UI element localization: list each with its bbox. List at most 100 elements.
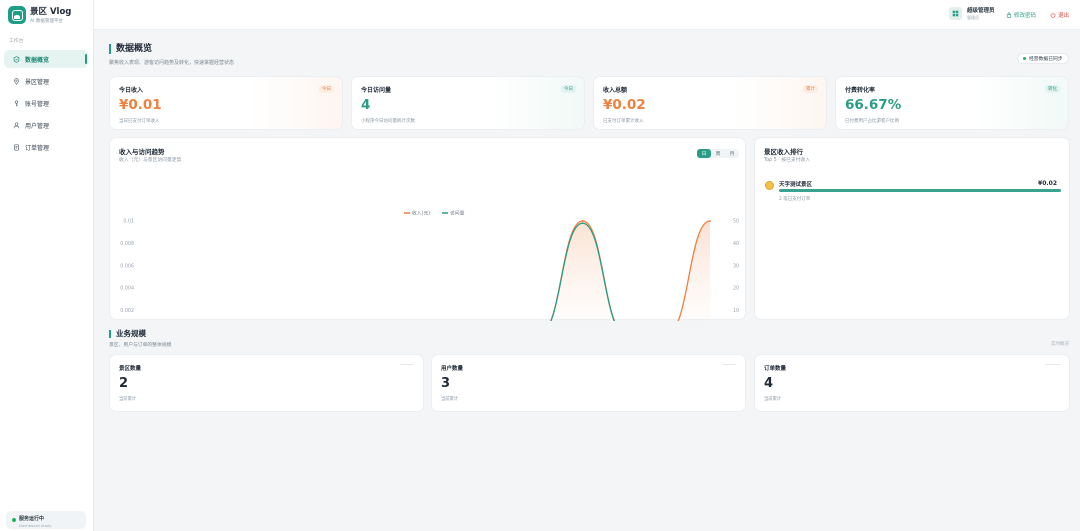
- ranking-subtitle: Top 5 · 按已支付收入: [764, 158, 811, 163]
- sidebar-item-scenic[interactable]: 景区管理: [4, 72, 88, 90]
- business-card-orders: 订单数量 4 当前累计: [754, 354, 1070, 412]
- ranking-item-name: 天字测试景区: [779, 182, 813, 188]
- revenue-series-line: [549, 220, 711, 321]
- order-icon: [14, 144, 19, 150]
- sidebar-item-label: 订单管理: [25, 144, 50, 152]
- logout-link[interactable]: 退出: [1050, 11, 1069, 19]
- business-card-value: 3: [441, 376, 451, 391]
- stat-title: 今日收入: [119, 87, 144, 94]
- business-card-scenic: 景区数量 2 当前累计: [109, 354, 424, 412]
- sidebar-item-label: 数据概览: [25, 56, 50, 64]
- legend-label: 访问量: [450, 210, 465, 217]
- stat-title: 付费转化率: [845, 87, 876, 94]
- divider: [1046, 364, 1060, 365]
- admin-profile[interactable]: 超级管理员 管理员: [949, 6, 995, 21]
- business-card-label: 订单数量: [764, 366, 787, 372]
- sidebar-item-label: 账号管理: [25, 100, 50, 108]
- admin-name: 超级管理员: [967, 8, 995, 14]
- stat-tag: 累计: [803, 85, 818, 93]
- brand-subtitle: AI 数据管理平台: [30, 18, 63, 24]
- stat-card-today-visits: 今日访问量 今日 4 小程序今日访问量统计次数: [351, 76, 585, 130]
- stat-value: 4: [361, 97, 371, 113]
- service-status: 服务运行中 Dashboard ready: [6, 511, 86, 529]
- sidebar-item-users[interactable]: 用户管理: [4, 116, 88, 134]
- stat-card-today-revenue: 今日收入 今日 ¥0.01 当日已支付订单收入: [109, 76, 343, 130]
- divider: [722, 364, 736, 365]
- sync-dot-icon: [1023, 57, 1026, 60]
- status-dot-icon: [12, 518, 16, 522]
- stat-tag: 转化: [1045, 85, 1060, 93]
- business-card-value: 4: [764, 376, 774, 391]
- business-card-label: 景区数量: [119, 366, 142, 372]
- stat-title: 收入总额: [603, 87, 628, 94]
- stat-title: 今日访问量: [361, 87, 392, 94]
- sidebar-nav: 数据概览 景区管理 账号管理 用户管理 订单管理: [4, 50, 88, 160]
- main-content: 数据概览 聚焦收入表现、游客访问趋势及转化，快速掌握经营状态 经营数据已同步 今…: [94, 30, 1080, 531]
- revenue-point: [581, 220, 584, 222]
- revenue-ranking-card: 景区收入排行 Top 5 · 按已支付收入 天字测试景区 ¥0.02 2 笔已支…: [754, 137, 1070, 320]
- sidebar-item-label: 用户管理: [25, 122, 50, 130]
- sync-status-label: 经营数据已同步: [1029, 57, 1063, 62]
- visits-series-line: [550, 222, 616, 321]
- stat-description: 已支付订单累计收入: [603, 119, 644, 124]
- business-title: 业务规模: [109, 330, 146, 338]
- logout-label: 退出: [1058, 13, 1070, 19]
- stat-value: 66.67%: [845, 97, 902, 113]
- admin-role: 管理员: [967, 15, 979, 20]
- sidebar-item-orders[interactable]: 订单管理: [4, 138, 88, 156]
- stat-value: ¥0.02: [603, 97, 646, 113]
- ranking-item-value: ¥0.02: [1038, 180, 1057, 187]
- revenue-point: [709, 220, 711, 222]
- trend-chart: 00.0020.0040.0060.0080.010102030405007-1…: [120, 210, 739, 321]
- brand[interactable]: 景区 Vlog AI 数据管理平台: [8, 6, 71, 24]
- business-update-note: 实时概况: [1051, 342, 1069, 347]
- sidebar: 景区 Vlog AI 数据管理平台 工作台 数据概览 景区管理 账号管理 用户管…: [0, 0, 94, 531]
- ranking-title: 景区收入排行: [764, 148, 803, 156]
- business-subtitle: 景区、用户与订单的整体规模: [109, 343, 172, 348]
- gold-medal-icon: [765, 181, 774, 190]
- stat-value: ¥0.01: [119, 97, 162, 113]
- y-right-tick-label: 50: [733, 219, 739, 225]
- business-card-desc: 当前累计: [764, 397, 782, 402]
- map-pin-icon: [14, 77, 19, 85]
- app-logo: [8, 6, 26, 24]
- change-password-label: 修改密码: [1014, 13, 1037, 19]
- legend-label: 收入(元): [412, 210, 430, 217]
- trend-chart-card: 收入与访问趋势 收入（元）与景区访问量走势 日 周 月 00.0020.0040…: [109, 137, 746, 321]
- stat-description: 小程序今日访问量统计次数: [361, 119, 415, 124]
- y-left-tick-label: 0.006: [120, 263, 134, 269]
- stat-description: 当日已支付订单收入: [119, 119, 160, 124]
- stat-card-conversion: 付费转化率 转化 66.67% 已付费用户占比游客户比例: [835, 76, 1069, 130]
- y-left-tick-label: 0.004: [120, 286, 134, 292]
- change-password-link[interactable]: 修改密码: [1006, 11, 1036, 19]
- business-card-value: 2: [119, 376, 129, 391]
- lock-icon: [1006, 12, 1012, 18]
- status-subtitle: Dashboard ready: [19, 523, 52, 528]
- divider: [400, 364, 414, 365]
- stat-card-total-revenue: 收入总额 累计 ¥0.02 已支付订单累计收入: [593, 76, 827, 130]
- shield-icon: [13, 55, 20, 63]
- sidebar-item-label: 景区管理: [25, 78, 50, 86]
- top-bar: 超级管理员 管理员 修改密码 退出: [94, 0, 1080, 30]
- stat-description: 已付费用户占比游客户比例: [845, 119, 899, 124]
- business-card-desc: 当前累计: [441, 397, 459, 402]
- stat-tag: 今日: [319, 85, 334, 93]
- user-key-icon: [14, 100, 19, 106]
- power-icon: [1050, 12, 1056, 18]
- sidebar-section-label: 工作台: [9, 39, 24, 44]
- y-left-tick-label: 0.002: [120, 308, 134, 314]
- business-card-users: 用户数量 3 当前累计: [431, 354, 746, 412]
- page-title: 数据概览: [109, 44, 152, 54]
- sidebar-item-accounts[interactable]: 账号管理: [4, 94, 88, 112]
- ranking-item-count: 2 笔已支付订单: [779, 197, 811, 202]
- ranking-progress-fill: [779, 189, 1061, 192]
- y-right-tick-label: 40: [733, 241, 739, 247]
- brand-title: 景区 Vlog: [30, 6, 72, 17]
- y-right-tick-label: 20: [733, 286, 739, 292]
- sync-status-badge: 经营数据已同步: [1017, 53, 1069, 64]
- ranking-progress-bar: [779, 189, 1061, 192]
- business-card-desc: 当前累计: [119, 397, 137, 402]
- y-right-tick-label: 30: [733, 263, 739, 269]
- sidebar-item-overview[interactable]: 数据概览: [4, 50, 88, 68]
- y-right-tick-label: 10: [733, 308, 739, 314]
